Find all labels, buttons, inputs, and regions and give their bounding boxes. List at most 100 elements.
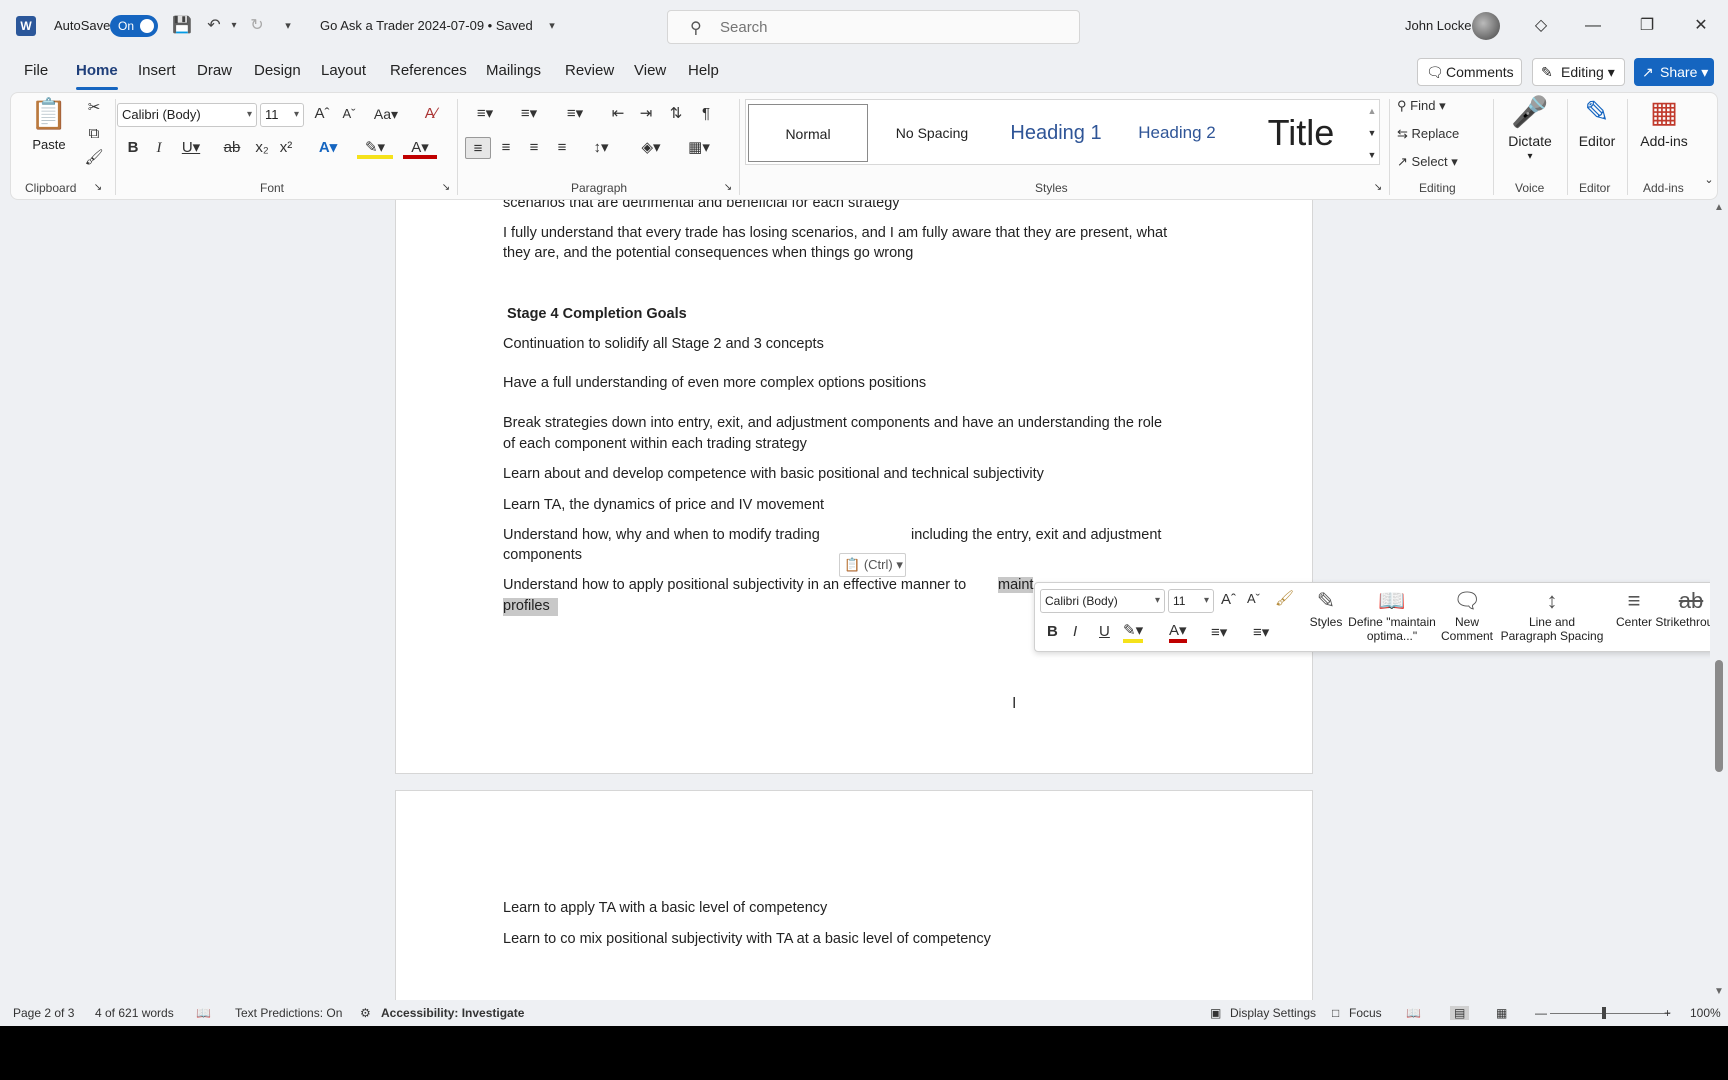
copy-icon[interactable]: ⧉	[83, 123, 105, 145]
addins-grid-icon[interactable]: ▦	[1631, 95, 1697, 130]
superscript-icon[interactable]: x²	[275, 137, 297, 159]
vertical-scrollbar[interactable]: ▲ ▼	[1710, 200, 1728, 1000]
cut-icon[interactable]: ✂	[83, 97, 105, 119]
redo-icon[interactable]: ↻	[245, 14, 269, 38]
chevron-down-icon[interactable]: ▾	[1497, 151, 1563, 162]
styles-more-icon[interactable]: ▼	[1364, 144, 1380, 166]
display-settings[interactable]: Display Settings	[1230, 1006, 1316, 1020]
center-button[interactable]: ≡ Center	[1609, 587, 1659, 629]
define-button[interactable]: 📖 Define "maintain optima..."	[1345, 587, 1439, 643]
borders-icon[interactable]: ▦▾	[681, 137, 717, 159]
tab-help[interactable]: Help	[688, 62, 719, 79]
line-spacing-button[interactable]: ↕ Line and Paragraph Spacing	[1497, 587, 1607, 643]
tab-references[interactable]: References	[390, 62, 467, 79]
font-color-icon[interactable]: A▾	[403, 137, 437, 159]
underline-icon[interactable]: U	[1099, 623, 1110, 640]
zoom-in-icon[interactable]: +	[1664, 1006, 1671, 1020]
comments-button[interactable]: 🗨 Comments	[1417, 58, 1522, 86]
scrollbar-thumb[interactable]	[1715, 660, 1723, 772]
editor-pen-icon[interactable]: ✎	[1569, 95, 1625, 130]
print-layout-icon[interactable]: ▤	[1450, 1006, 1470, 1020]
increase-indent-icon[interactable]: ⇥	[635, 103, 657, 125]
decrease-indent-icon[interactable]: ⇤	[607, 103, 629, 125]
zoom-slider-thumb[interactable]	[1602, 1007, 1606, 1019]
style-normal[interactable]: Normal	[748, 104, 868, 162]
close-icon[interactable]: ✕	[1686, 12, 1716, 40]
clear-formatting-icon[interactable]: A∕	[419, 103, 443, 125]
share-button[interactable]: ↗ Share ▾	[1634, 58, 1714, 86]
shrink-font-icon[interactable]: Aˇ	[1247, 591, 1260, 606]
font-size-combo[interactable]: 11 ▾	[260, 103, 304, 127]
zoom-out-icon[interactable]: —	[1535, 1006, 1547, 1020]
strikethrough-icon[interactable]: ab	[221, 137, 243, 159]
bullets-icon[interactable]: ≡▾	[1211, 623, 1227, 641]
clipboard-launcher-icon[interactable]: ↘	[91, 177, 105, 199]
tab-draw[interactable]: Draw	[197, 62, 232, 79]
highlight-color-icon[interactable]: ✎▾	[357, 137, 393, 159]
minimize-icon[interactable]: —	[1578, 12, 1608, 40]
align-left-icon[interactable]: ≡	[465, 137, 491, 159]
shrink-font-icon[interactable]: Aˇ	[337, 103, 361, 125]
justify-icon[interactable]: ≡	[551, 137, 573, 159]
scroll-down-icon[interactable]: ▼	[1714, 986, 1724, 997]
avatar[interactable]	[1472, 12, 1500, 40]
proofing-icon[interactable]: 📖	[196, 1006, 211, 1020]
show-marks-icon[interactable]: ¶	[695, 103, 717, 125]
tab-insert[interactable]: Insert	[138, 62, 176, 79]
highlight-color-icon[interactable]: ✎▾	[1123, 621, 1144, 643]
text-effects-icon[interactable]: A▾	[311, 137, 345, 159]
select-button[interactable]: ↗ Select ▾	[1397, 151, 1487, 173]
editor-button[interactable]: Editor	[1569, 133, 1625, 149]
shading-icon[interactable]: ◈▾	[633, 137, 669, 159]
multilevel-list-icon[interactable]: ≡▾	[557, 103, 593, 125]
document-title[interactable]: Go Ask a Trader 2024-07-09 • Saved	[320, 18, 533, 33]
styles-scroll-up-icon[interactable]: ▲	[1364, 100, 1380, 122]
grow-font-icon[interactable]: Aˆ	[310, 103, 334, 125]
dictate-button[interactable]: Dictate	[1497, 133, 1563, 149]
undo-dropdown-icon[interactable]: ▾	[222, 14, 246, 38]
italic-icon[interactable]: I	[1073, 623, 1077, 640]
mini-font-size-combo[interactable]: 11 ▾	[1168, 589, 1214, 613]
mini-font-name-combo[interactable]: Calibri (Body) ▾	[1040, 589, 1165, 613]
italic-icon[interactable]: I	[149, 137, 169, 159]
style-heading-1[interactable]: Heading 1	[994, 104, 1118, 162]
user-name[interactable]: John Locke	[1405, 18, 1472, 33]
replace-button[interactable]: ⇆ Replace	[1397, 123, 1487, 145]
format-painter-icon[interactable]: 🖌	[1275, 589, 1294, 607]
collapse-ribbon-icon[interactable]: ⌄	[1701, 169, 1717, 191]
focus-icon[interactable]: □	[1332, 1006, 1339, 1020]
paragraph-launcher-icon[interactable]: ↘	[721, 177, 735, 199]
display-settings-icon[interactable]: ▣	[1210, 1006, 1221, 1020]
accessibility-icon[interactable]: ⚙	[360, 1006, 371, 1020]
tab-view[interactable]: View	[634, 62, 666, 79]
font-launcher-icon[interactable]: ↘	[439, 177, 453, 199]
tab-home[interactable]: Home	[76, 62, 118, 79]
align-right-icon[interactable]: ≡	[523, 137, 545, 159]
styles-scroll-down-icon[interactable]: ▼	[1364, 122, 1380, 144]
chevron-down-icon[interactable]: ▾	[540, 14, 564, 38]
selected-text[interactable]: maint	[998, 577, 1034, 593]
numbering-icon[interactable]: ≡▾	[1253, 623, 1269, 641]
style-heading-2[interactable]: Heading 2	[1118, 104, 1236, 162]
numbering-icon[interactable]: ≡▾	[511, 103, 547, 125]
style-no-spacing[interactable]: No Spacing	[872, 104, 992, 162]
tab-review[interactable]: Review	[565, 62, 614, 79]
align-center-icon[interactable]: ≡	[495, 137, 517, 159]
editing-mode-button[interactable]: ✎ Editing ▾	[1532, 58, 1625, 86]
paste-button[interactable]: Paste	[29, 137, 69, 152]
web-layout-icon[interactable]: ▦	[1496, 1006, 1507, 1020]
line-spacing-icon[interactable]: ↕▾	[583, 137, 619, 159]
style-title[interactable]: Title	[1238, 104, 1364, 162]
subscript-icon[interactable]: x₂	[251, 137, 273, 159]
zoom-slider[interactable]	[1550, 1013, 1670, 1014]
zoom-level[interactable]: 100%	[1690, 1006, 1721, 1020]
search-input[interactable]	[720, 19, 1040, 36]
bold-icon[interactable]: B	[123, 137, 143, 159]
font-name-combo[interactable]: Calibri (Body) ▾	[117, 103, 257, 127]
customize-toolbar-icon[interactable]: ▾	[276, 14, 300, 38]
sort-icon[interactable]: ⇅	[665, 103, 687, 125]
read-mode-icon[interactable]: 📖	[1406, 1006, 1421, 1020]
accessibility-status[interactable]: Accessibility: Investigate	[381, 1006, 524, 1020]
search-box[interactable]: ⚲	[667, 10, 1080, 44]
premium-diamond-icon[interactable]: ◇	[1526, 12, 1556, 40]
